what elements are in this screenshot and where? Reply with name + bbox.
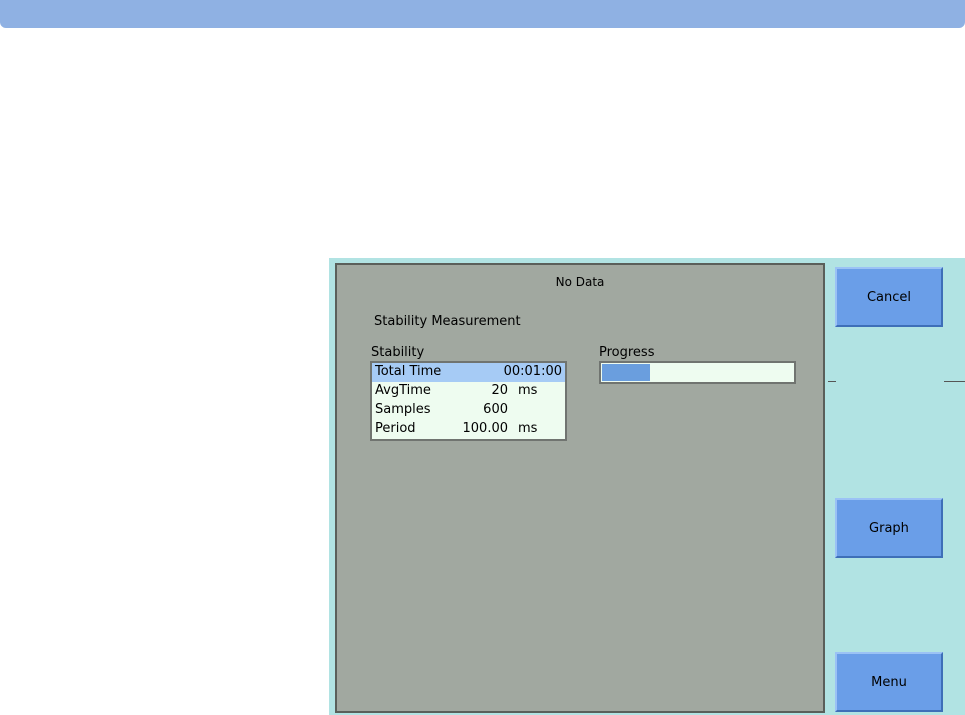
divider-line-middle [828, 381, 836, 382]
top-status-bar [0, 0, 965, 28]
table-row-total-time[interactable]: Total Time 00:01:00 [372, 363, 565, 382]
row-value: 600 [483, 402, 508, 417]
row-name: AvgTime [375, 383, 431, 398]
progress-fill [602, 364, 650, 381]
divider-line-right [944, 381, 965, 382]
row-name: Total Time [375, 364, 442, 379]
row-value: 00:01:00 [503, 364, 562, 379]
row-value: 100.00 [462, 421, 509, 436]
table-row-avgtime[interactable]: AvgTime 20 ms [372, 382, 565, 401]
cancel-button[interactable]: Cancel [835, 267, 943, 327]
menu-button[interactable]: Menu [835, 652, 943, 712]
table-row-samples[interactable]: Samples 600 [372, 401, 565, 420]
progress-label: Progress [599, 345, 655, 360]
measurement-title: Stability Measurement [374, 314, 521, 329]
row-name: Period [375, 421, 416, 436]
stability-table: Total Time 00:01:00 AvgTime 20 ms Sample… [370, 361, 567, 441]
row-unit: ms [518, 421, 538, 436]
stability-label: Stability [371, 345, 425, 360]
row-name: Samples [375, 402, 431, 417]
table-row-period[interactable]: Period 100.00 ms [372, 420, 565, 439]
panel-title: No Data [555, 275, 605, 289]
progress-bar [599, 361, 796, 384]
row-value: 20 [491, 383, 508, 398]
stability-panel: No Data Stability Measurement Stability … [335, 263, 825, 713]
row-unit: ms [518, 383, 538, 398]
graph-button[interactable]: Graph [835, 498, 943, 558]
